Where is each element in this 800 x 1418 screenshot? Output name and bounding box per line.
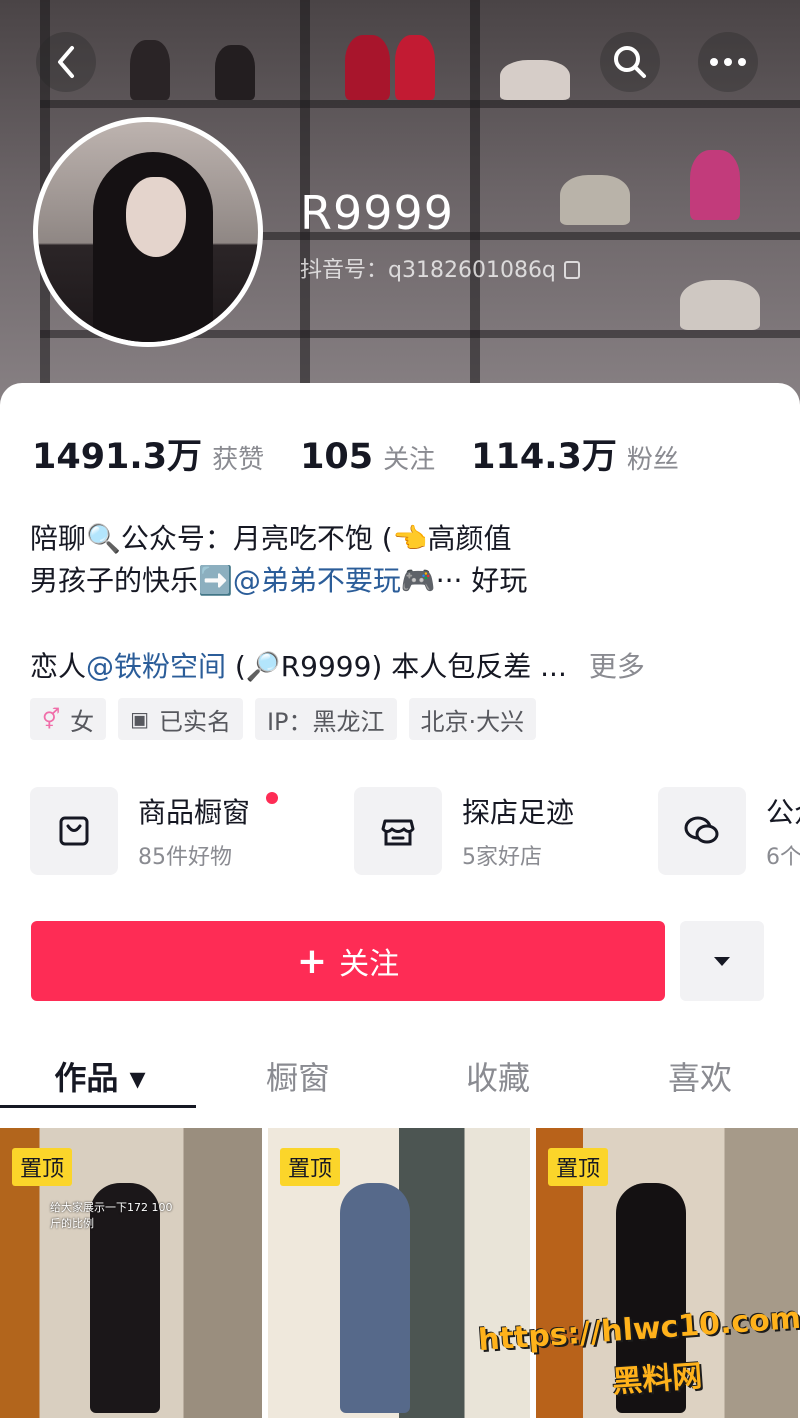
recommend-dropdown-button[interactable] (680, 921, 764, 1001)
shoe (345, 35, 390, 100)
tab-showcase[interactable]: 橱窗 (198, 1053, 398, 1099)
service-title: 商品橱窗 (138, 796, 251, 829)
tag-text: 已实名 (158, 707, 231, 736)
tab-likes[interactable]: 喜欢 (600, 1053, 800, 1099)
notification-dot (266, 792, 278, 804)
douyin-id[interactable]: 抖音号：q3182601086q (300, 252, 580, 284)
service-store-visits[interactable]: 探店足迹 5家好店 (354, 786, 574, 876)
id-card-icon: ▣ (130, 707, 149, 731)
following-count[interactable]: 105 (300, 437, 373, 477)
avatar[interactable] (33, 117, 263, 347)
store-icon (381, 819, 415, 846)
caret-down-icon (714, 957, 730, 966)
video-caption: 给大家展示一下172 100斤的比例 (50, 1201, 173, 1230)
service-subtitle: 6个 (766, 845, 800, 870)
video-thumbnail[interactable]: 置顶 给大家展示一下172 100斤的比例 (0, 1128, 262, 1418)
shopping-bag-icon (59, 816, 89, 846)
service-title: 探店足迹 (462, 796, 575, 829)
bio-line-2: 男孩子的快乐➡️@弟弟不要玩🎮··· 好玩 (30, 560, 790, 602)
profile-tags: ⚥ 女 ▣ 已实名 IP：黑龙江 北京·大兴 (30, 698, 548, 740)
shoe (560, 175, 630, 225)
tag-text: 北京·大兴 (420, 707, 525, 736)
service-title: 公众号 (766, 796, 800, 829)
shoe (500, 60, 570, 100)
bio-text: ··· 好玩 (435, 564, 528, 597)
follow-label: 关注 (339, 947, 400, 982)
back-button[interactable] (36, 32, 96, 92)
username: R9999 (300, 186, 455, 240)
location-tag: 北京·大兴 (408, 698, 537, 740)
douyin-id-text: 抖音号：q3182601086q (300, 258, 556, 283)
profile-banner: R9999 抖音号：q3182601086q (0, 0, 800, 420)
more-options-button[interactable] (698, 32, 758, 92)
service-subtitle: 5家好店 (462, 845, 542, 870)
bio-line-3: 恋人@铁粉空间 (🔎R9999) 本人包反差 ... 更多 (30, 645, 645, 685)
followers-label: 粉丝 (626, 445, 679, 475)
shoe (130, 40, 170, 100)
stats-row: 1491.3万 获赞 105 关注 114.3万 粉丝 (32, 428, 715, 479)
search-button[interactable] (600, 32, 660, 92)
services-row: 商品橱窗 85件好物 探店足迹 5家好店 公 6个 (30, 786, 800, 876)
pinned-badge: 置顶 (548, 1148, 609, 1186)
tag-text: IP：黑龙江 (266, 707, 385, 736)
verified-tag: ▣ 已实名 (118, 698, 243, 740)
bio: 陪聊🔍公众号：月亮吃不饱 (👈高颜值 男孩子的快乐➡️@弟弟不要玩🎮··· 好玩 (30, 518, 790, 602)
tab-works[interactable]: 作品 ▾ (0, 1053, 200, 1099)
following-label: 关注 (383, 445, 436, 475)
video-thumbnail[interactable]: 置顶 (268, 1128, 530, 1418)
gender-tag: ⚥ 女 (30, 698, 107, 740)
chevron-left-icon (58, 46, 74, 78)
pinned-badge: 置顶 (12, 1148, 73, 1186)
service-showcase[interactable]: 商品橱窗 85件好物 (30, 786, 278, 876)
ip-tag: IP：黑龙江 (254, 698, 397, 740)
plus-icon: + (296, 940, 328, 982)
bio-text: (🔎R9999) 本人包反差 ... (226, 650, 567, 683)
service-official-account[interactable]: 公众号 6个 (658, 786, 800, 876)
pinned-badge: 置顶 (280, 1148, 341, 1186)
content-tabs: 作品 ▾ 橱窗 收藏 喜欢 (0, 1053, 800, 1113)
active-tab-indicator (0, 1105, 196, 1108)
shoe (395, 35, 435, 100)
tag-text: 女 (70, 707, 95, 736)
follow-button[interactable]: + 关注 (31, 921, 665, 1001)
service-subtitle: 85件好物 (138, 845, 232, 870)
shoe (680, 280, 760, 330)
search-icon (614, 46, 646, 78)
bio-text: 恋人 (30, 650, 87, 683)
shoe (215, 45, 255, 100)
bio-text: 男孩子的快乐➡️ (30, 564, 233, 597)
more-dots-icon (710, 58, 746, 66)
bio-more-link[interactable]: 更多 (589, 650, 645, 683)
followers-count[interactable]: 114.3万 (471, 428, 617, 479)
likes-label: 获赞 (212, 445, 265, 475)
likes-count[interactable]: 1491.3万 (32, 428, 202, 479)
mention-link[interactable]: @弟弟不要玩🎮 (233, 564, 436, 597)
copy-icon[interactable] (563, 261, 580, 279)
shoe (690, 150, 740, 220)
shelf (40, 100, 800, 108)
mention-link[interactable]: @铁粉空间 (86, 650, 226, 683)
female-icon: ⚥ (42, 707, 61, 731)
shelf-post (470, 0, 480, 420)
bio-line-1: 陪聊🔍公众号：月亮吃不饱 (👈高颜值 (30, 522, 512, 555)
watermark-name: 黑料网 (611, 1358, 704, 1401)
chat-bubbles-icon (684, 816, 719, 844)
tab-favorites[interactable]: 收藏 (398, 1053, 598, 1099)
